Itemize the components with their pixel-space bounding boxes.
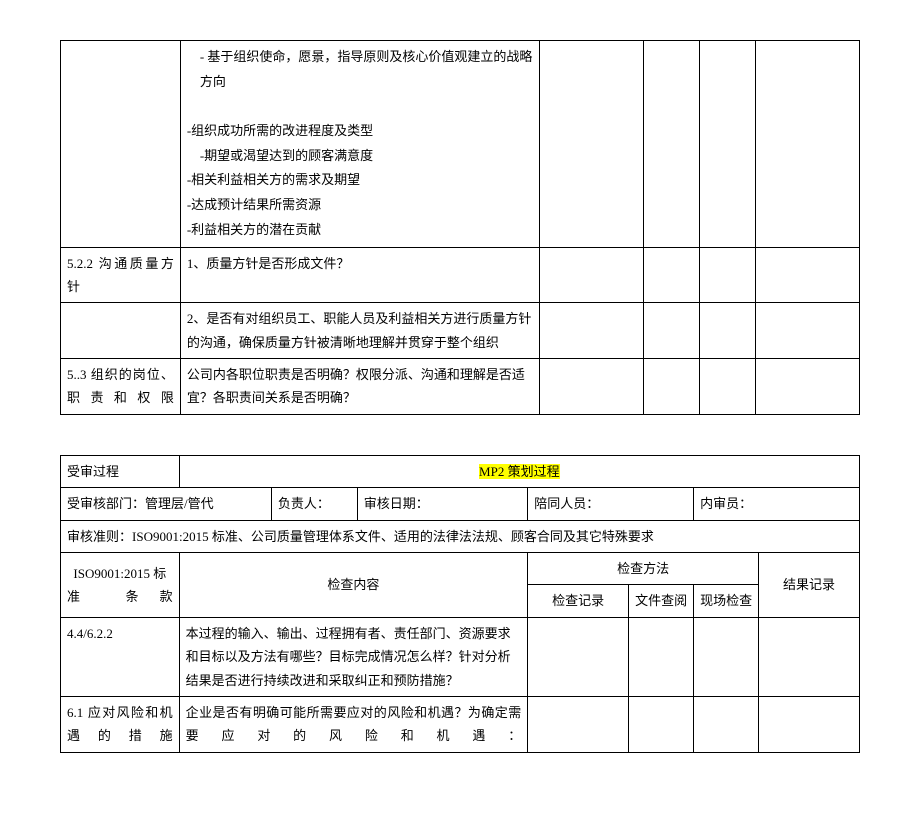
empty-cell <box>540 41 644 248</box>
empty-cell <box>759 617 860 696</box>
header-row-criteria: 审核准则：ISO9001:2015 标准、公司质量管理体系文件、适用的法律法法规… <box>61 520 860 552</box>
content-cell: 2、是否有对组织员工、职能人员及利益相关方进行质量方针的沟通，确保质量方针被清晰… <box>180 303 540 359</box>
table-row: 2、是否有对组织员工、职能人员及利益相关方进行质量方针的沟通，确保质量方针被清晰… <box>61 303 860 359</box>
audit-table-2: 受审过程 MP2 策划过程 受审核部门：管理层/管代 负责人： 审核日期： 陪同… <box>60 455 860 753</box>
accomp-cell: 陪同人员： <box>528 488 694 520</box>
content-cell: 1、质量方针是否形成文件？ <box>180 247 540 303</box>
empty-cell <box>756 41 860 248</box>
empty-cell <box>644 303 700 359</box>
leader-cell: 负责人： <box>271 488 357 520</box>
empty-cell <box>700 303 756 359</box>
process-label: 受审过程 <box>61 455 180 487</box>
content-line: -相关利益相关方的需求及期望 <box>187 172 360 187</box>
content-line: -利益相关方的潜在贡献 <box>187 222 321 237</box>
check-content-header: 检查内容 <box>179 553 528 618</box>
clause-cell <box>61 303 181 359</box>
empty-cell <box>700 359 756 415</box>
table-row: - 基于组织使命，愿景，指导原则及核心价值观建立的战略方向 -组织成功所需的改进… <box>61 41 860 248</box>
table-row: 6.1 应对风险和机遇的措施 企业是否有明确可能所需要应对的风险和机遇？为确定需… <box>61 696 860 752</box>
dept-value: 管理层/管代 <box>145 496 214 511</box>
content-cell: 本过程的输入、输出、过程拥有者、责任部门、资源要求和目标以及方法有哪些？目标完成… <box>179 617 528 696</box>
empty-cell <box>694 696 759 752</box>
empty-cell <box>644 359 700 415</box>
empty-cell <box>540 303 644 359</box>
content-line: -达成预计结果所需资源 <box>187 197 321 212</box>
empty-cell <box>759 696 860 752</box>
content-cell: 企业是否有明确可能所需要应对的风险和机遇？为确定需要应对的风险和机遇： <box>179 696 528 752</box>
header-row-columns: ISO9001:2015 标准 条款 检查内容 检查方法 结果记录 <box>61 553 860 585</box>
result-header: 结果记录 <box>759 553 860 618</box>
empty-cell <box>700 41 756 248</box>
file-review-header: 文件查阅 <box>629 585 694 617</box>
auditor-cell: 内审员： <box>694 488 860 520</box>
empty-cell <box>756 303 860 359</box>
dept-label: 受审核部门： <box>67 496 145 511</box>
empty-cell <box>528 696 629 752</box>
content-line: -期望或渴望达到的顾客满意度 <box>187 144 534 169</box>
empty-cell <box>540 247 644 303</box>
table-row: 5.2.2 沟通质量方针 1、质量方针是否形成文件？ <box>61 247 860 303</box>
site-check-header: 现场检查 <box>694 585 759 617</box>
process-value-cell: MP2 策划过程 <box>179 455 859 487</box>
empty-cell <box>644 247 700 303</box>
empty-cell <box>528 617 629 696</box>
empty-cell <box>694 617 759 696</box>
content-cell: 公司内各职位职责是否明确？权限分派、沟通和理解是否适宜？各职责间关系是否明确？ <box>180 359 540 415</box>
empty-cell <box>540 359 644 415</box>
clause-cell: 5..3 组织的岗位、职责和权限 <box>61 359 181 415</box>
clause-cell <box>61 41 181 248</box>
empty-cell <box>700 247 756 303</box>
clause-cell: 6.1 应对风险和机遇的措施 <box>61 696 180 752</box>
content-cell: - 基于组织使命，愿景，指导原则及核心价值观建立的战略方向 -组织成功所需的改进… <box>180 41 540 248</box>
empty-cell <box>629 617 694 696</box>
std-label: ISO9001:2015 标准 条款 <box>61 553 180 618</box>
clause-cell: 4.4/6.2.2 <box>61 617 180 696</box>
empty-cell <box>756 359 860 415</box>
date-cell: 审核日期： <box>357 488 527 520</box>
criteria-cell: 审核准则：ISO9001:2015 标准、公司质量管理体系文件、适用的法律法法规… <box>61 520 860 552</box>
empty-cell <box>644 41 700 248</box>
content-line: -组织成功所需的改进程度及类型 <box>187 123 373 138</box>
empty-cell <box>756 247 860 303</box>
header-row-process: 受审过程 MP2 策划过程 <box>61 455 860 487</box>
table-row: 5..3 组织的岗位、职责和权限 公司内各职位职责是否明确？权限分派、沟通和理解… <box>61 359 860 415</box>
record-check-header: 检查记录 <box>528 585 629 617</box>
clause-cell: 5.2.2 沟通质量方针 <box>61 247 181 303</box>
header-row-dept: 受审核部门：管理层/管代 负责人： 审核日期： 陪同人员： 内审员： <box>61 488 860 520</box>
process-value: MP2 策划过程 <box>479 464 560 479</box>
audit-table-1: - 基于组织使命，愿景，指导原则及核心价值观建立的战略方向 -组织成功所需的改进… <box>60 40 860 415</box>
criteria-value: ISO9001:2015 标准、公司质量管理体系文件、适用的法律法法规、顾客合同… <box>132 529 654 544</box>
dept-cell: 受审核部门：管理层/管代 <box>61 488 272 520</box>
content-line: - 基于组织使命，愿景，指导原则及核心价值观建立的战略方向 <box>187 45 534 94</box>
check-method-header: 检查方法 <box>528 553 759 585</box>
criteria-label: 审核准则： <box>67 529 132 544</box>
empty-cell <box>629 696 694 752</box>
table-row: 4.4/6.2.2 本过程的输入、输出、过程拥有者、责任部门、资源要求和目标以及… <box>61 617 860 696</box>
